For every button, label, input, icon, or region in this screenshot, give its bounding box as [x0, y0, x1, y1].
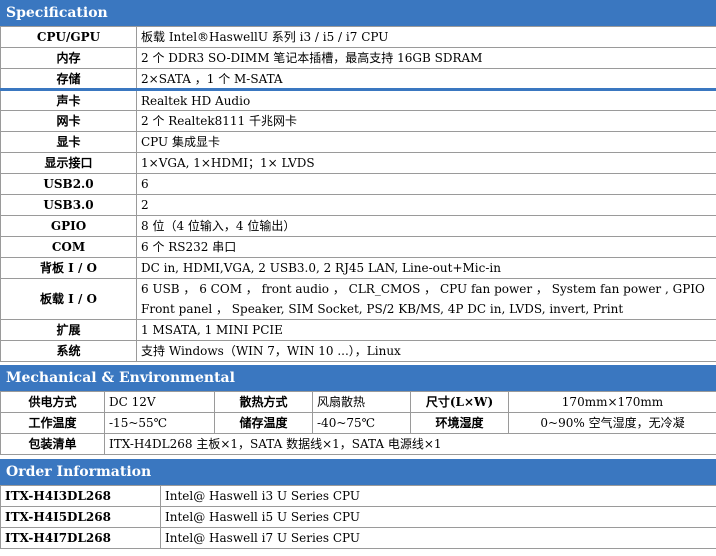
order-model: ITX-H4I5DL268 — [0, 506, 161, 528]
spec-value: Realtek HD Audio — [136, 89, 716, 111]
spec-row: COM 6 个 RS232 串口 — [0, 236, 716, 258]
mech-row: 供电方式 DC 12V 散热方式 风扇散热 尺寸(L×W) 170mm×170m… — [0, 391, 716, 413]
spec-row: 背板 I / O DC in, HDMI,VGA, 2 USB3.0, 2 RJ… — [0, 257, 716, 279]
spec-row: USB2.0 6 — [0, 173, 716, 195]
spec-value: 6 — [136, 173, 716, 195]
spec-value: 板载 Intel®HaswellU 系列 i3 / i5 / i7 CPU — [136, 26, 716, 48]
spec-label: 网卡 — [0, 110, 137, 132]
spec-label: 显卡 — [0, 131, 137, 153]
humidity-label: 环境湿度 — [410, 412, 509, 434]
order-desc: Intel@ Haswell i3 U Series CPU — [160, 485, 716, 507]
spec-row: USB3.0 2 — [0, 194, 716, 216]
spec-sheet: Specification CPU/GPU 板载 Intel®HaswellU … — [0, 0, 716, 556]
spec-label: GPIO — [0, 215, 137, 237]
mech-row: 包装清单 ITX-H4DL268 主板×1，SATA 数据线×1，SATA 电源… — [0, 433, 716, 455]
order-row: ITX-H4I5DL268 Intel@ Haswell i5 U Series… — [0, 506, 716, 528]
power-label: 供电方式 — [0, 391, 105, 413]
spec-row: 存储 2×SATA ，1 个 M-SATA — [0, 68, 716, 91]
spec-value: 2 个 Realtek8111 千兆网卡 — [136, 110, 716, 132]
mech-row: 工作温度 -15~55℃ 储存温度 -40~75℃ 环境湿度 0~90% 空气湿… — [0, 412, 716, 434]
order-table: ITX-H4I3DL268 Intel@ Haswell i3 U Series… — [0, 485, 716, 549]
spec-label: USB3.0 — [0, 194, 137, 216]
order-model: ITX-H4I3DL268 — [0, 485, 161, 507]
spec-label: 声卡 — [0, 89, 137, 111]
spec-label: 板载 I / O — [0, 278, 137, 320]
onboard-io-line-1: 6 USB ， 6 COM ， front audio ， CLR_CMOS ，… — [141, 282, 705, 296]
spec-value: 6 USB ， 6 COM ， front audio ， CLR_CMOS ，… — [136, 278, 716, 320]
spec-value: 支持 Windows（WIN 7，WIN 10 ...），Linux — [136, 340, 716, 362]
cooling-value: 风扇散热 — [312, 391, 411, 413]
mech-table: 供电方式 DC 12V 散热方式 风扇散热 尺寸(L×W) 170mm×170m… — [0, 391, 716, 455]
spec-value: 1 MSATA, 1 MINI PCIE — [136, 319, 716, 341]
spec-value: 2 个 DDR3 SO-DIMM 笔记本插槽，最高支持 16GB SDRAM — [136, 47, 716, 69]
storage-temp-label: 储存温度 — [214, 412, 313, 434]
spec-value: 2 — [136, 194, 716, 216]
spec-row: 内存 2 个 DDR3 SO-DIMM 笔记本插槽，最高支持 16GB SDRA… — [0, 47, 716, 69]
spec-label: 系统 — [0, 340, 137, 362]
order-desc: Intel@ Haswell i7 U Series CPU — [160, 527, 716, 549]
work-temp-value: -15~55℃ — [104, 412, 215, 434]
spec-row: 显卡 CPU 集成显卡 — [0, 131, 716, 153]
spec-label: CPU/GPU — [0, 26, 137, 48]
spec-value: 2×SATA ，1 个 M-SATA — [136, 68, 716, 91]
section-header-mech: Mechanical & Environmental — [0, 365, 716, 391]
spec-label: 扩展 — [0, 319, 137, 341]
spec-value: DC in, HDMI,VGA, 2 USB3.0, 2 RJ45 LAN, L… — [136, 257, 716, 279]
work-temp-label: 工作温度 — [0, 412, 105, 434]
package-label: 包装清单 — [0, 433, 105, 455]
order-desc: Intel@ Haswell i5 U Series CPU — [160, 506, 716, 528]
spec-table: CPU/GPU 板载 Intel®HaswellU 系列 i3 / i5 / i… — [0, 26, 716, 362]
spec-value: 1×VGA, 1×HDMI；1× LVDS — [136, 152, 716, 174]
order-row: ITX-H4I3DL268 Intel@ Haswell i3 U Series… — [0, 485, 716, 507]
spec-value: CPU 集成显卡 — [136, 131, 716, 153]
spec-row: GPIO 8 位（4 位输入，4 位输出） — [0, 215, 716, 237]
spec-row: 网卡 2 个 Realtek8111 千兆网卡 — [0, 110, 716, 132]
order-row: ITX-H4I7DL268 Intel@ Haswell i7 U Series… — [0, 527, 716, 549]
order-model: ITX-H4I7DL268 — [0, 527, 161, 549]
section-header-spec: Specification — [0, 0, 716, 26]
spec-value: 8 位（4 位输入，4 位输出） — [136, 215, 716, 237]
size-label: 尺寸(L×W) — [410, 391, 509, 413]
spec-label: COM — [0, 236, 137, 258]
spec-label: 背板 I / O — [0, 257, 137, 279]
spec-row: 系统 支持 Windows（WIN 7，WIN 10 ...），Linux — [0, 340, 716, 362]
cooling-label: 散热方式 — [214, 391, 313, 413]
spec-label: 存储 — [0, 68, 137, 91]
onboard-io-line-2: Front panel ， Speaker, SIM Socket, PS/2 … — [141, 302, 624, 316]
spec-row: 声卡 Realtek HD Audio — [0, 89, 716, 111]
spec-label: 内存 — [0, 47, 137, 69]
storage-temp-value: -40~75℃ — [312, 412, 411, 434]
spec-row: 扩展 1 MSATA, 1 MINI PCIE — [0, 319, 716, 341]
spec-row: 显示接口 1×VGA, 1×HDMI；1× LVDS — [0, 152, 716, 174]
humidity-value: 0~90% 空气湿度，无冷凝 — [508, 412, 716, 434]
size-value: 170mm×170mm — [508, 391, 716, 413]
spec-label: USB2.0 — [0, 173, 137, 195]
spec-row: 板载 I / O 6 USB ， 6 COM ， front audio ， C… — [0, 278, 716, 320]
package-value: ITX-H4DL268 主板×1，SATA 数据线×1，SATA 电源线×1 — [104, 433, 716, 455]
spec-value: 6 个 RS232 串口 — [136, 236, 716, 258]
section-header-order: Order Information — [0, 459, 716, 485]
spec-label: 显示接口 — [0, 152, 137, 174]
power-value: DC 12V — [104, 391, 215, 413]
spec-row: CPU/GPU 板载 Intel®HaswellU 系列 i3 / i5 / i… — [0, 26, 716, 48]
